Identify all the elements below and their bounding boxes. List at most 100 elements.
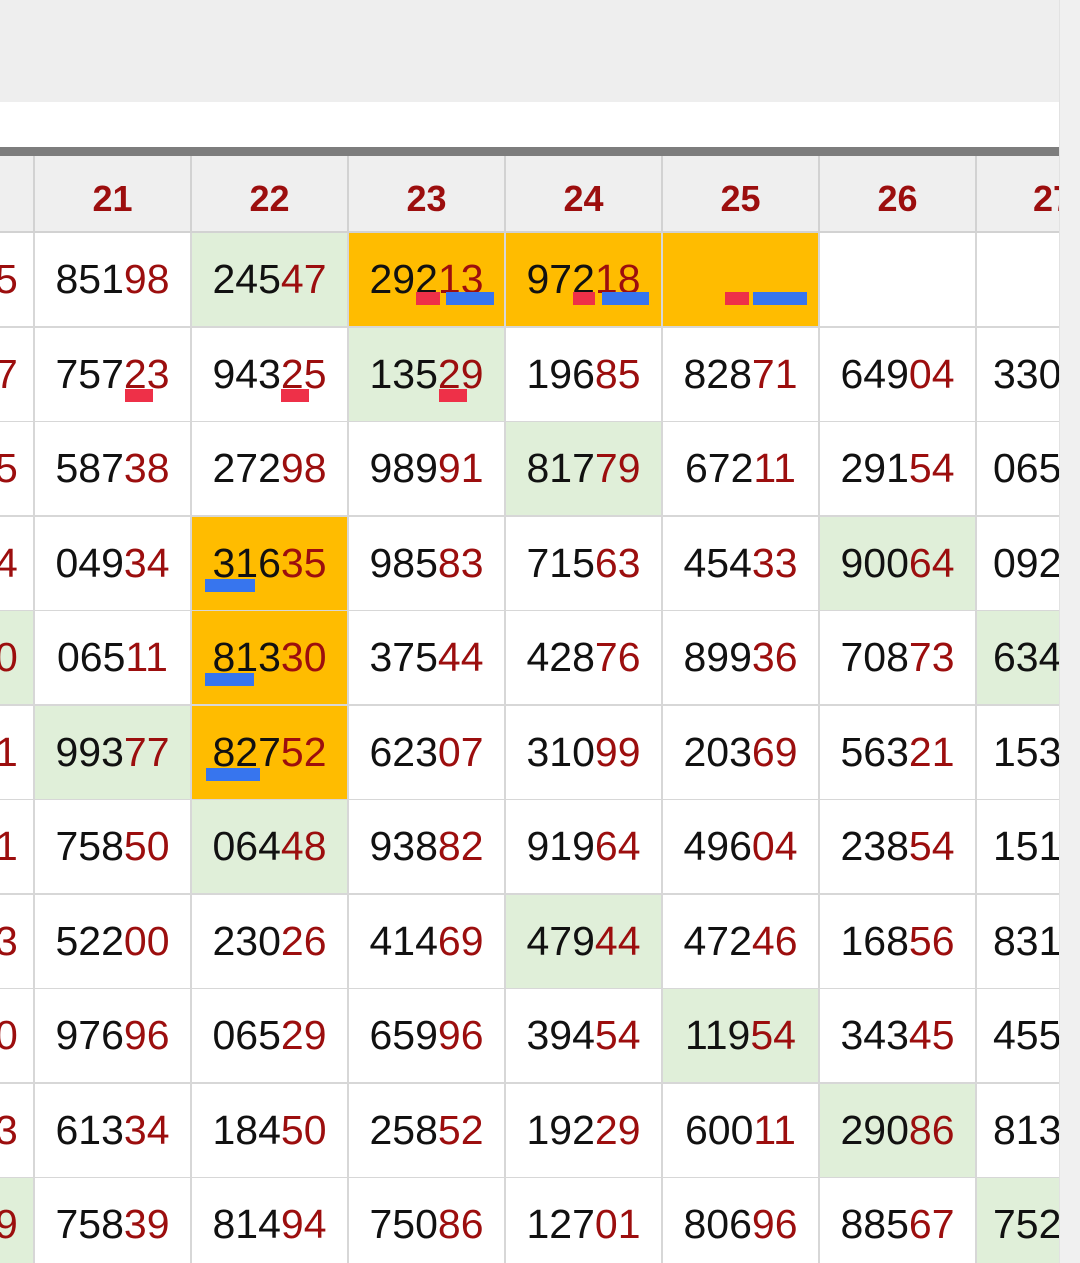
table-cell: 330	[977, 327, 1059, 423]
table-cell: 91964	[506, 800, 663, 895]
table-cell: 455	[977, 989, 1059, 1084]
cell-digits-red: 94	[280, 1201, 327, 1247]
table-cell: 06448	[192, 800, 349, 895]
cell-digits-red: 91	[437, 445, 484, 491]
table-cell: 75850	[35, 800, 192, 895]
red-marker	[725, 292, 749, 305]
red-marker	[416, 292, 440, 305]
table-cell: 27298	[192, 422, 349, 517]
cell-number: 49604	[663, 822, 818, 870]
cell-digits-black: 989	[369, 445, 438, 491]
cell-digits-red: 3	[0, 1106, 18, 1153]
blue-marker	[753, 292, 807, 305]
cell-number: 75723	[35, 350, 190, 398]
cell-number: 065	[993, 444, 1059, 492]
cell-number: 31099	[506, 728, 661, 776]
table-cell: 81779	[506, 422, 663, 517]
cell-digits-red: 7	[0, 350, 18, 397]
table-cell: 97696	[35, 989, 192, 1084]
cell-digits-black: 649	[840, 350, 909, 397]
cell-number: 37544	[349, 633, 504, 681]
cell-digits-black: 919	[526, 823, 595, 869]
cell-number: 23026	[192, 917, 347, 965]
vertical-scrollbar[interactable]	[1059, 0, 1080, 1263]
cell-digits-black: 758	[55, 1201, 124, 1247]
cell-digits-red: 1	[0, 728, 18, 775]
cell-number: 29086	[820, 1106, 975, 1154]
cell-digits-red: 67	[908, 1201, 955, 1247]
cell-digits-black: 310	[526, 728, 595, 775]
cell-digits-red: 44	[594, 917, 641, 964]
cell-digits-red: 34	[123, 539, 170, 586]
cell-digits-red: 69	[751, 728, 798, 775]
cell-number: 94325	[192, 350, 347, 398]
blue-marker	[205, 578, 255, 592]
cell-digits-black: 985	[369, 539, 438, 586]
table-cell: 29213	[349, 233, 506, 328]
cell-digits-red: 26	[280, 917, 327, 964]
table-cell: 58738	[35, 422, 192, 517]
cell-number: 98583	[349, 539, 504, 587]
cell-number: 27298	[192, 444, 347, 492]
cell-number: 24547	[192, 255, 347, 303]
table-cell: 67211	[663, 422, 820, 517]
table-cell-partial-left: 0	[0, 989, 35, 1084]
table-cell-partial-left: 1	[0, 705, 35, 801]
table-cell: 16856	[820, 894, 977, 990]
cell-digits-black: 708	[840, 634, 909, 680]
cell-number: 12701	[506, 1200, 661, 1248]
cell-digits-black: 479	[526, 917, 595, 964]
cell-digits-red: 00	[123, 917, 170, 964]
cell-number: 11954	[663, 1011, 818, 1059]
cell-digits-red: 5	[0, 256, 18, 302]
cell-digits-black: 127	[526, 1201, 595, 1247]
table-cell: 12701	[506, 1178, 663, 1263]
table-cell: 94325	[192, 327, 349, 423]
cell-digits-black: 153	[993, 728, 1059, 775]
cell-digits-black: 659	[369, 1012, 438, 1058]
cell-digits-red: 86	[437, 1201, 484, 1247]
cell-number: 71563	[506, 539, 661, 587]
cell-number: 29154	[820, 444, 975, 492]
cell-digits-red: 54	[908, 445, 955, 491]
cell-digits-red: 48	[280, 823, 327, 869]
cell-digits-red: 63	[594, 539, 641, 586]
table-cell: 75839	[35, 1178, 192, 1263]
table-cell: 71563	[506, 516, 663, 612]
cell-digits-red: 54	[908, 823, 955, 869]
cell-digits-red: 39	[123, 1201, 170, 1247]
cell-digits-black: 258	[369, 1106, 438, 1153]
table-cell: 99377	[35, 705, 192, 801]
table-cell: 06511	[35, 611, 192, 706]
cell-digits-red: 52	[280, 728, 327, 775]
table-cell: 70873	[820, 611, 977, 706]
cell-digits-red: 11	[125, 634, 168, 680]
cell-number: 20369	[663, 728, 818, 776]
cell-digits-red: 9	[0, 1201, 18, 1247]
cell-number: 13529	[349, 350, 504, 398]
cell-number: 90064	[820, 539, 975, 587]
cell-number: 18450	[192, 1106, 347, 1154]
cell-digits-red: 98	[123, 256, 170, 302]
blue-marker	[205, 673, 254, 686]
table-cell: 06529	[192, 989, 349, 1084]
cell-digits-black: 394	[526, 1012, 595, 1058]
cell-digits-black: 758	[55, 823, 124, 869]
table-cell: 04934	[35, 516, 192, 612]
cell-number: 64904	[820, 350, 975, 398]
table-cell: 82752	[192, 705, 349, 801]
table-cell: 39454	[506, 989, 663, 1084]
cell-number: 85198	[35, 255, 190, 303]
cell-digits-red: 29	[594, 1106, 641, 1153]
cell-number: 61334	[35, 1106, 190, 1154]
red-marker	[439, 388, 467, 402]
cell-digits-black: 092	[993, 539, 1059, 586]
cell-digits-red: 71	[751, 350, 798, 397]
column-header-26: 26	[820, 156, 977, 233]
cell-digits-black: 290	[840, 1106, 909, 1153]
cell-digits-black: 752	[993, 1201, 1059, 1247]
cell-digits-black: 343	[840, 1012, 909, 1058]
cell-digits-red: 36	[751, 634, 798, 680]
cell-digits-red: 83	[437, 539, 484, 586]
cell-digits-red: 98	[280, 445, 327, 491]
